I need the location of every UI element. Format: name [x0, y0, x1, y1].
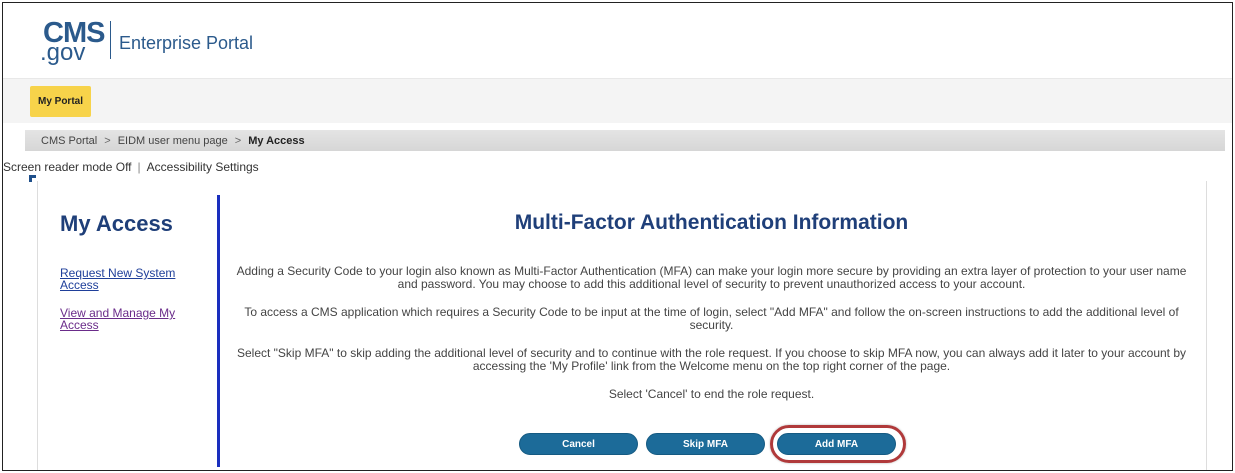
page-title: Multi-Factor Authentication Information [514, 211, 909, 234]
tab-my-portal[interactable]: My Portal [30, 86, 91, 117]
cms-gov-logo[interactable]: CMS .gov [36, 19, 116, 77]
intro-paragraph: Adding a Security Code to your login als… [236, 264, 1187, 291]
breadcrumb-item-my-access: My Access [248, 134, 305, 147]
browser-frame: CMS .gov Enterprise Portal My Portal CMS… [2, 2, 1233, 471]
view-and-manage-access-link[interactable]: View and Manage My Access [60, 307, 210, 331]
cancel-button[interactable]: Cancel [519, 433, 638, 455]
sidebar: My Access Request New System Access View… [60, 211, 210, 347]
content-panel: My Access Request New System Access View… [37, 181, 1207, 470]
breadcrumb: CMS Portal > EIDM user menu page > My Ac… [25, 130, 1225, 151]
add-mfa-button[interactable]: Add MFA [777, 433, 896, 455]
breadcrumb-separator: > [104, 134, 111, 147]
action-buttons: Cancel Skip MFA Add MFA [519, 425, 1069, 463]
logo-divider [110, 21, 111, 59]
skip-mfa-button[interactable]: Skip MFA [646, 433, 765, 455]
sidebar-divider [217, 195, 220, 467]
utility-divider: | [137, 160, 141, 174]
screen-reader-toggle[interactable]: Screen reader mode Off [3, 160, 132, 174]
skip-mfa-paragraph: Select "Skip MFA" to skip adding the add… [236, 346, 1187, 373]
cancel-paragraph: Select 'Cancel' to end the role request. [608, 387, 815, 401]
breadcrumb-separator: > [234, 134, 242, 147]
breadcrumb-item-cms-portal[interactable]: CMS Portal [41, 135, 97, 147]
site-header: CMS .gov Enterprise Portal [3, 3, 1232, 77]
main-nav: My Portal [3, 78, 1232, 123]
accessibility-settings-link[interactable]: Accessibility Settings [147, 160, 259, 174]
add-mfa-paragraph: To access a CMS application which requir… [244, 305, 1179, 332]
request-new-system-access-link[interactable]: Request New System Access [60, 267, 210, 291]
utility-links: Screen reader mode Off | Accessibility S… [3, 160, 259, 174]
main-content: Multi-Factor Authentication Information … [228, 211, 1195, 416]
breadcrumb-item-eidm-user-menu[interactable]: EIDM user menu page [118, 135, 228, 147]
portal-name: Enterprise Portal [119, 33, 254, 53]
logo-gov-text: .gov [40, 39, 86, 66]
sidebar-title: My Access [60, 211, 173, 236]
corner-bracket-icon [29, 175, 36, 182]
